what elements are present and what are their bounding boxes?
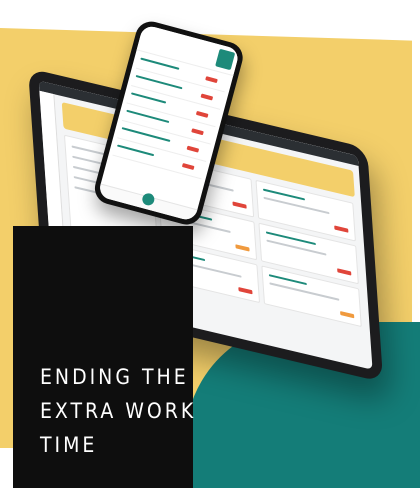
phone-home-icon [141, 191, 156, 207]
headline-line-1: ENDING THE [40, 365, 189, 389]
headline: ENDING THE EXTRA WORK TIME [40, 360, 197, 462]
phone-action-badge [215, 48, 236, 71]
headline-line-2: EXTRA WORK [40, 399, 197, 423]
headline-line-3: TIME [40, 433, 98, 457]
